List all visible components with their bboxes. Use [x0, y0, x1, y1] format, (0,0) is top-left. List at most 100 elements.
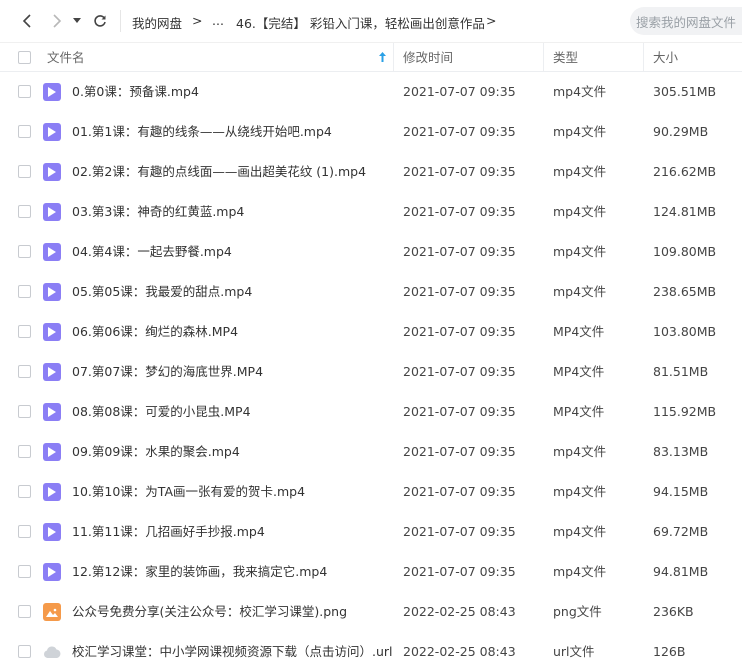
video-file-icon — [43, 283, 61, 301]
select-all-checkbox[interactable] — [18, 51, 31, 64]
file-name[interactable]: 02.第2课：有趣的点线面——画出超美花纹 (1).mp4 — [72, 152, 366, 192]
file-type: url文件 — [553, 644, 595, 659]
file-size: 90.29MB — [653, 124, 709, 139]
file-row[interactable]: 05.第05课：我最爱的甜点.mp4 2021-07-07 09:35 mp4文件 2… — [0, 272, 742, 312]
column-divider[interactable] — [393, 43, 394, 72]
file-size: 94.81MB — [653, 564, 709, 579]
file-name[interactable]: 07.第07课：梦幻的海底世界.MP4 — [72, 352, 263, 392]
row-checkbox[interactable] — [18, 525, 31, 538]
file-name[interactable]: 校汇学习课堂：中小学网课视频资源下载（点击访问）.url — [72, 632, 393, 663]
row-checkbox[interactable] — [18, 645, 31, 658]
row-checkbox[interactable] — [18, 445, 31, 458]
row-checkbox[interactable] — [18, 485, 31, 498]
file-name[interactable]: 05.第05课：我最爱的甜点.mp4 — [72, 272, 252, 312]
file-size: 81.51MB — [653, 364, 709, 379]
column-divider[interactable] — [543, 43, 544, 72]
forward-button[interactable] — [47, 11, 67, 31]
video-file-icon — [43, 243, 61, 261]
file-type: mp4文件 — [553, 124, 607, 139]
back-button[interactable] — [17, 11, 37, 31]
file-type: png文件 — [553, 604, 602, 619]
history-dropdown-button[interactable] — [70, 11, 84, 31]
file-size: 238.65MB — [653, 284, 717, 299]
row-checkbox[interactable] — [18, 325, 31, 338]
file-name[interactable]: 12.第12课：家里的装饰画，我来搞定它.mp4 — [72, 552, 327, 592]
refresh-button[interactable] — [90, 11, 110, 31]
video-file-icon — [43, 83, 61, 101]
file-modified-date: 2021-07-07 09:35 — [403, 404, 516, 419]
file-modified-date: 2021-07-07 09:35 — [403, 524, 516, 539]
file-name[interactable]: 0.第0课：预备课.mp4 — [72, 72, 199, 112]
video-file-icon — [43, 523, 61, 541]
video-file-icon — [43, 563, 61, 581]
file-row[interactable]: 09.第09课：水果的聚会.mp4 2021-07-07 09:35 mp4文件 83… — [0, 432, 742, 472]
row-checkbox[interactable] — [18, 205, 31, 218]
row-checkbox[interactable] — [18, 365, 31, 378]
file-type: mp4文件 — [553, 284, 607, 299]
file-size: 216.62MB — [653, 164, 717, 179]
file-row[interactable]: 11.第11课：几招画好手抄报.mp4 2021-07-07 09:35 mp4文件… — [0, 512, 742, 552]
file-row[interactable]: 02.第2课：有趣的点线面——画出超美花纹 (1).mp4 2021-07-07 … — [0, 152, 742, 192]
file-modified-date: 2021-07-07 09:35 — [403, 444, 516, 459]
file-name[interactable]: 06.第06课：绚烂的森林.MP4 — [72, 312, 238, 352]
file-type: MP4文件 — [553, 324, 605, 339]
row-checkbox[interactable] — [18, 125, 31, 138]
file-size: 69.72MB — [653, 524, 709, 539]
row-checkbox[interactable] — [18, 565, 31, 578]
file-row[interactable]: 06.第06课：绚烂的森林.MP4 2021-07-07 09:35 MP4文件 10… — [0, 312, 742, 352]
file-modified-date: 2021-07-07 09:35 — [403, 284, 516, 299]
column-header-size[interactable]: 大小 — [653, 43, 678, 72]
column-header-type[interactable]: 类型 — [553, 43, 578, 72]
file-row[interactable]: 03.第3课：神奇的红黄蓝.mp4 2021-07-07 09:35 mp4文件 12… — [0, 192, 742, 232]
breadcrumb-separator: > — [486, 13, 497, 28]
file-row[interactable]: 10.第10课：为TA画一张有爱的贺卡.mp4 2021-07-07 09:35 m… — [0, 472, 742, 512]
file-modified-date: 2021-07-07 09:35 — [403, 84, 516, 99]
breadcrumb-current-folder[interactable]: 46.【完结】 彩铅入门课，轻松画出创意作品 — [236, 13, 485, 32]
file-name[interactable]: 10.第10课：为TA画一张有爱的贺卡.mp4 — [72, 472, 305, 512]
file-name[interactable]: 公众号免费分享(关注公众号：校汇学习课堂).png — [72, 592, 347, 632]
file-row[interactable]: 公众号免费分享(关注公众号：校汇学习课堂).png 2022-02-25 08:4… — [0, 592, 742, 632]
row-checkbox[interactable] — [18, 285, 31, 298]
column-header-modified[interactable]: 修改时间 — [403, 43, 453, 72]
search-input[interactable]: 搜索我的网盘文件 — [630, 7, 742, 35]
chevron-right-icon — [53, 14, 62, 28]
row-checkbox[interactable] — [18, 85, 31, 98]
column-header-name[interactable]: 文件名 — [47, 43, 85, 72]
file-type: mp4文件 — [553, 204, 607, 219]
breadcrumb-separator: > — [192, 13, 203, 28]
breadcrumb-root[interactable]: 我的网盘 — [132, 13, 182, 32]
file-type: MP4文件 — [553, 404, 605, 419]
row-checkbox[interactable] — [18, 165, 31, 178]
file-name[interactable]: 03.第3课：神奇的红黄蓝.mp4 — [72, 192, 244, 232]
file-list-header: 文件名 修改时间 类型 大小 — [0, 42, 742, 72]
sort-ascending-icon[interactable] — [378, 51, 387, 63]
row-checkbox[interactable] — [18, 405, 31, 418]
row-checkbox[interactable] — [18, 245, 31, 258]
row-checkbox[interactable] — [18, 605, 31, 618]
file-name[interactable]: 11.第11课：几招画好手抄报.mp4 — [72, 512, 265, 552]
file-name[interactable]: 08.第08课：可爱的小昆虫.MP4 — [72, 392, 251, 432]
file-row[interactable]: 08.第08课：可爱的小昆虫.MP4 2021-07-07 09:35 MP4文件 1… — [0, 392, 742, 432]
file-size: 115.92MB — [653, 404, 717, 419]
file-size: 236KB — [653, 604, 694, 619]
file-name[interactable]: 09.第09课：水果的聚会.mp4 — [72, 432, 240, 472]
video-file-icon — [43, 323, 61, 341]
file-modified-date: 2021-07-07 09:35 — [403, 324, 516, 339]
column-divider[interactable] — [643, 43, 644, 72]
file-modified-date: 2021-07-07 09:35 — [403, 564, 516, 579]
file-modified-date: 2021-07-07 09:35 — [403, 164, 516, 179]
file-name[interactable]: 04.第4课：一起去野餐.mp4 — [72, 232, 232, 272]
file-type: mp4文件 — [553, 244, 607, 259]
file-row[interactable]: 07.第07课：梦幻的海底世界.MP4 2021-07-07 09:35 MP4文件… — [0, 352, 742, 392]
breadcrumb-ellipsis[interactable]: ... — [212, 13, 224, 28]
file-row[interactable]: 12.第12课：家里的装饰画，我来搞定它.mp4 2021-07-07 09:35… — [0, 552, 742, 592]
file-modified-date: 2022-02-25 08:43 — [403, 644, 516, 659]
file-row[interactable]: 04.第4课：一起去野餐.mp4 2021-07-07 09:35 mp4文件 109… — [0, 232, 742, 272]
file-row[interactable]: 0.第0课：预备课.mp4 2021-07-07 09:35 mp4文件 305.51… — [0, 72, 742, 112]
file-type: mp4文件 — [553, 564, 607, 579]
video-file-icon — [43, 403, 61, 421]
file-name[interactable]: 01.第1课：有趣的线条——从绕线开始吧.mp4 — [72, 112, 332, 152]
video-file-icon — [43, 163, 61, 181]
file-row[interactable]: 01.第1课：有趣的线条——从绕线开始吧.mp4 2021-07-07 09:35… — [0, 112, 742, 152]
file-row[interactable]: 校汇学习课堂：中小学网课视频资源下载（点击访问）.url 2022-02-25 0… — [0, 632, 742, 663]
